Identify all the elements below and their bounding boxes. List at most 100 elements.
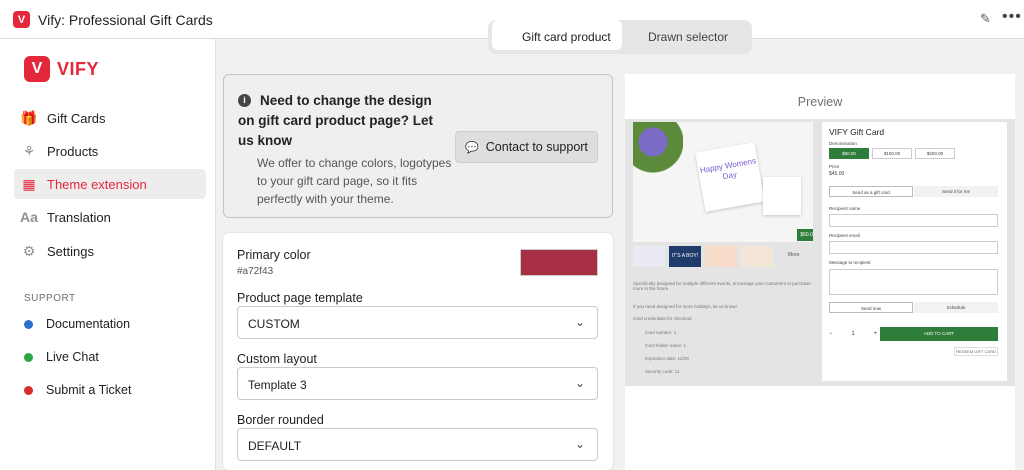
tab-bar: Gift card product Drawn selector (488, 20, 752, 54)
dot-icon (24, 352, 33, 362)
preview-canvas: Happy Womens Day $60.00 IT'S A BOY! More… (625, 119, 1015, 386)
theme-settings-form: Primary color #a72f43 Product page templ… (223, 233, 613, 470)
sidebar-item-settings[interactable]: ⚙ Settings (14, 236, 206, 266)
app-icon: V (13, 11, 30, 28)
denomination-option[interactable]: $200.00 (915, 148, 955, 159)
tab-gift-card-product[interactable]: Gift card product (492, 20, 622, 50)
notice-title: Need to change the design on gift card p… (238, 93, 433, 148)
chevron-down-icon: ⌄ (574, 315, 585, 329)
primary-color-hex: #a72f43 (237, 266, 274, 277)
template-select[interactable]: CUSTOM ⌄ (237, 306, 598, 339)
template-label: Product page template (237, 291, 363, 305)
product-title: VIFY Gift Card (829, 127, 885, 137)
send-now-toggle[interactable]: Send now (829, 302, 913, 313)
denomination-option[interactable]: $100.00 (872, 148, 912, 159)
description: Specifically designed for multiple diffe… (633, 281, 811, 291)
recipient-email-field[interactable] (829, 241, 998, 254)
chat-icon: 💬 (465, 141, 479, 154)
send-gift-toggle[interactable]: Send as a gift card (829, 186, 913, 197)
brand-logo[interactable]: V VIFY (24, 56, 99, 82)
quantity-stepper[interactable]: − 1 + (829, 328, 877, 340)
grid-icon: ▦ (22, 175, 36, 192)
gift-icon: 🎁 (20, 109, 38, 126)
support-item-live-chat[interactable]: Live Chat (24, 350, 99, 364)
border-label: Border rounded (237, 413, 324, 427)
app-title: Vify: Professional Gift Cards (38, 12, 213, 28)
sidebar-item-translation[interactable]: Aa Translation (14, 202, 206, 232)
preview-title: Preview (797, 95, 843, 109)
sidebar-item-label: Settings (47, 243, 94, 259)
primary-color-label: Primary color (237, 248, 311, 262)
price-label: Price (829, 164, 840, 169)
layout-label: Custom layout (237, 352, 317, 366)
send-me-toggle[interactable]: Send it for me (914, 186, 998, 197)
description: If you need designed for more holidays, … (633, 304, 737, 309)
thumbnail[interactable]: IT'S A BOY! (669, 246, 701, 267)
border-value: DEFAULT (248, 439, 302, 453)
sidebar-item-label: Gift Cards (47, 110, 106, 126)
thumbnail[interactable] (705, 246, 737, 267)
primary-color-swatch[interactable] (520, 249, 598, 276)
thumbnail[interactable] (633, 246, 665, 267)
preview-panel: Preview Happy Womens Day $60.00 IT'S A B… (625, 74, 1015, 470)
more-thumbnails[interactable]: More (788, 252, 799, 258)
support-item-submit-ticket[interactable]: Submit a Ticket (24, 383, 131, 397)
plus-icon[interactable]: + (873, 331, 877, 337)
products-icon: ⚘ (22, 142, 36, 159)
price-value: $45.00 (829, 171, 845, 177)
price-badge: $60.00 (797, 229, 813, 241)
sidebar-item-label: Translation (47, 209, 111, 225)
support-heading: SUPPORT (24, 293, 76, 304)
logo-icon: V (24, 56, 50, 82)
list-item: Card holder name: 1 (645, 343, 687, 348)
redeem-button[interactable]: REDEEM GIFT CARD (954, 347, 998, 356)
contact-support-button[interactable]: 💬 Contact to support (455, 131, 598, 163)
template-value: CUSTOM (248, 317, 300, 331)
dot-icon (24, 319, 33, 329)
translation-icon: Aa (20, 209, 38, 225)
chevron-down-icon: ⌄ (574, 437, 585, 451)
chevron-down-icon: ⌄ (574, 376, 585, 390)
pin-icon[interactable]: ✎ (980, 11, 991, 27)
denomination-option[interactable]: $50.00 (829, 148, 869, 159)
recipient-email-label: Recipient email (829, 233, 860, 238)
support-item-label: Submit a Ticket (46, 383, 132, 397)
list-item: Expiration date: 12/29 (645, 356, 689, 361)
layout-value: Template 3 (248, 378, 307, 392)
gift-box-image (763, 177, 801, 215)
support-item-label: Live Chat (46, 350, 99, 364)
quantity-value: 1 (851, 331, 855, 337)
message-label: Message to recipient (829, 260, 871, 265)
list-item: Card number: 1 (645, 330, 677, 335)
minus-icon[interactable]: − (829, 331, 833, 337)
flowers-image (633, 122, 683, 192)
design-notice: i Need to change the design on gift card… (223, 74, 613, 218)
recipient-name-label: Recipient name (829, 206, 861, 211)
thumbnail[interactable] (741, 246, 773, 267)
sidebar-item-products[interactable]: ⚘ Products (14, 136, 206, 166)
recipient-name-field[interactable] (829, 214, 998, 227)
support-item-label: Documentation (46, 317, 131, 331)
more-icon[interactable]: ••• (1002, 8, 1022, 26)
schedule-toggle[interactable]: Schedule (914, 302, 998, 313)
message-field[interactable] (829, 269, 998, 295)
list-item: Security code: 11 (645, 369, 680, 374)
dot-icon (24, 385, 33, 395)
tab-drawn-selector[interactable]: Drawn selector (648, 30, 728, 44)
sidebar-item-label: Products (47, 143, 99, 159)
greeting-card: Happy Womens Day (695, 142, 765, 212)
gear-icon: ⚙ (22, 242, 36, 259)
description: Card credentials for checkout: (633, 316, 693, 321)
notice-body: We offer to change colors, logotypes to … (257, 156, 452, 206)
border-select[interactable]: DEFAULT ⌄ (237, 428, 598, 461)
support-item-documentation[interactable]: Documentation (24, 317, 130, 331)
add-to-cart-button[interactable]: ADD TO CART (880, 327, 998, 341)
brand-name: VIFY (57, 58, 100, 79)
purchase-panel: VIFY Gift Card Denomination $50.00 $100.… (822, 122, 1007, 381)
sidebar-item-gift-cards[interactable]: 🎁 Gift Cards (14, 103, 206, 133)
layout-select[interactable]: Template 3 ⌄ (237, 367, 598, 400)
sidebar-item-theme-extension[interactable]: ▦ Theme extension (14, 169, 206, 199)
denomination-label: Denomination (829, 141, 857, 146)
sidebar-item-label: Theme extension (47, 176, 147, 192)
product-image: Happy Womens Day $60.00 (633, 122, 813, 242)
